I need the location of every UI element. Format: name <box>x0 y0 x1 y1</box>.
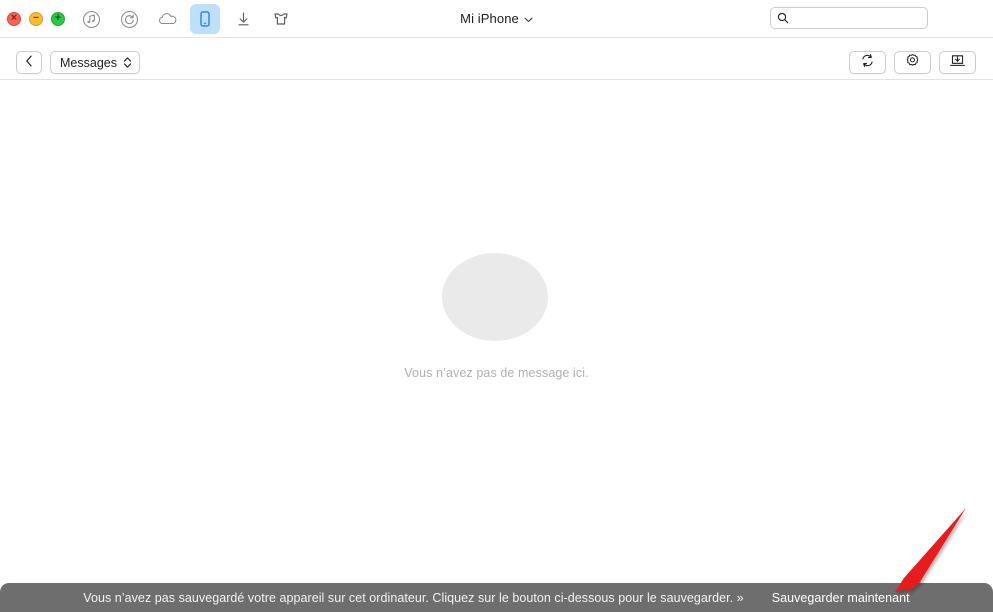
nav-item-music[interactable] <box>76 4 106 34</box>
settings-button[interactable] <box>894 51 931 74</box>
messages-content-area: Vous n’avez pas de message ici. <box>0 81 993 612</box>
speech-bubble-icon <box>441 253 552 348</box>
empty-state-message: Vous n’avez pas de message ici. <box>404 366 589 380</box>
search-icon <box>777 12 789 24</box>
maximize-icon: + <box>54 12 62 24</box>
gear-icon <box>905 53 920 73</box>
speech-bubble-tail <box>448 313 467 331</box>
chevron-left-icon <box>25 54 33 72</box>
music-icon <box>82 10 101 29</box>
iphone-device-icon <box>196 10 214 28</box>
toolbar-action-buttons <box>849 51 976 74</box>
close-icon: × <box>10 12 18 24</box>
minimize-window-button[interactable]: − <box>29 12 43 26</box>
window-controls: × − + <box>7 12 65 26</box>
window-titlebar: × − + Mi iPhone <box>0 0 993 38</box>
empty-state: Vous n’avez pas de message ici. <box>0 253 993 380</box>
shirt-icon <box>271 9 291 29</box>
content-toolbar <box>0 39 993 80</box>
chevron-up-down-icon <box>123 56 132 69</box>
search-input[interactable] <box>794 11 921 25</box>
cloud-icon <box>157 9 178 30</box>
sync-button[interactable] <box>849 51 886 74</box>
import-to-computer-button[interactable] <box>939 51 976 74</box>
chevron-down-icon[interactable] <box>524 11 533 26</box>
nav-item-icloud[interactable] <box>152 4 182 34</box>
minimize-icon: − <box>32 12 40 24</box>
category-popup-button[interactable]: Messages <box>50 51 140 74</box>
download-icon <box>234 10 253 29</box>
sync-icon <box>860 53 875 73</box>
nav-item-shirt[interactable] <box>266 4 296 34</box>
search-field[interactable] <box>770 7 928 29</box>
maximize-window-button[interactable]: + <box>51 12 65 26</box>
backup-now-link[interactable]: Sauvegarder maintenant <box>772 591 910 605</box>
nav-item-device-iphone[interactable] <box>190 4 220 34</box>
podcast-icon <box>120 10 139 29</box>
source-nav-icons <box>76 4 296 34</box>
close-window-button[interactable]: × <box>7 12 21 26</box>
backup-notification-banner: Vous n’avez pas sauvegardé votre apparei… <box>0 583 993 612</box>
device-name-label[interactable]: Mi iPhone <box>460 11 519 26</box>
nav-item-podcasts[interactable] <box>114 4 144 34</box>
back-button[interactable] <box>16 51 42 74</box>
import-laptop-icon <box>949 53 966 73</box>
nav-item-downloads[interactable] <box>228 4 258 34</box>
banner-message: Vous n’avez pas sauvegardé votre apparei… <box>83 590 744 605</box>
category-popup-label: Messages <box>60 55 117 70</box>
